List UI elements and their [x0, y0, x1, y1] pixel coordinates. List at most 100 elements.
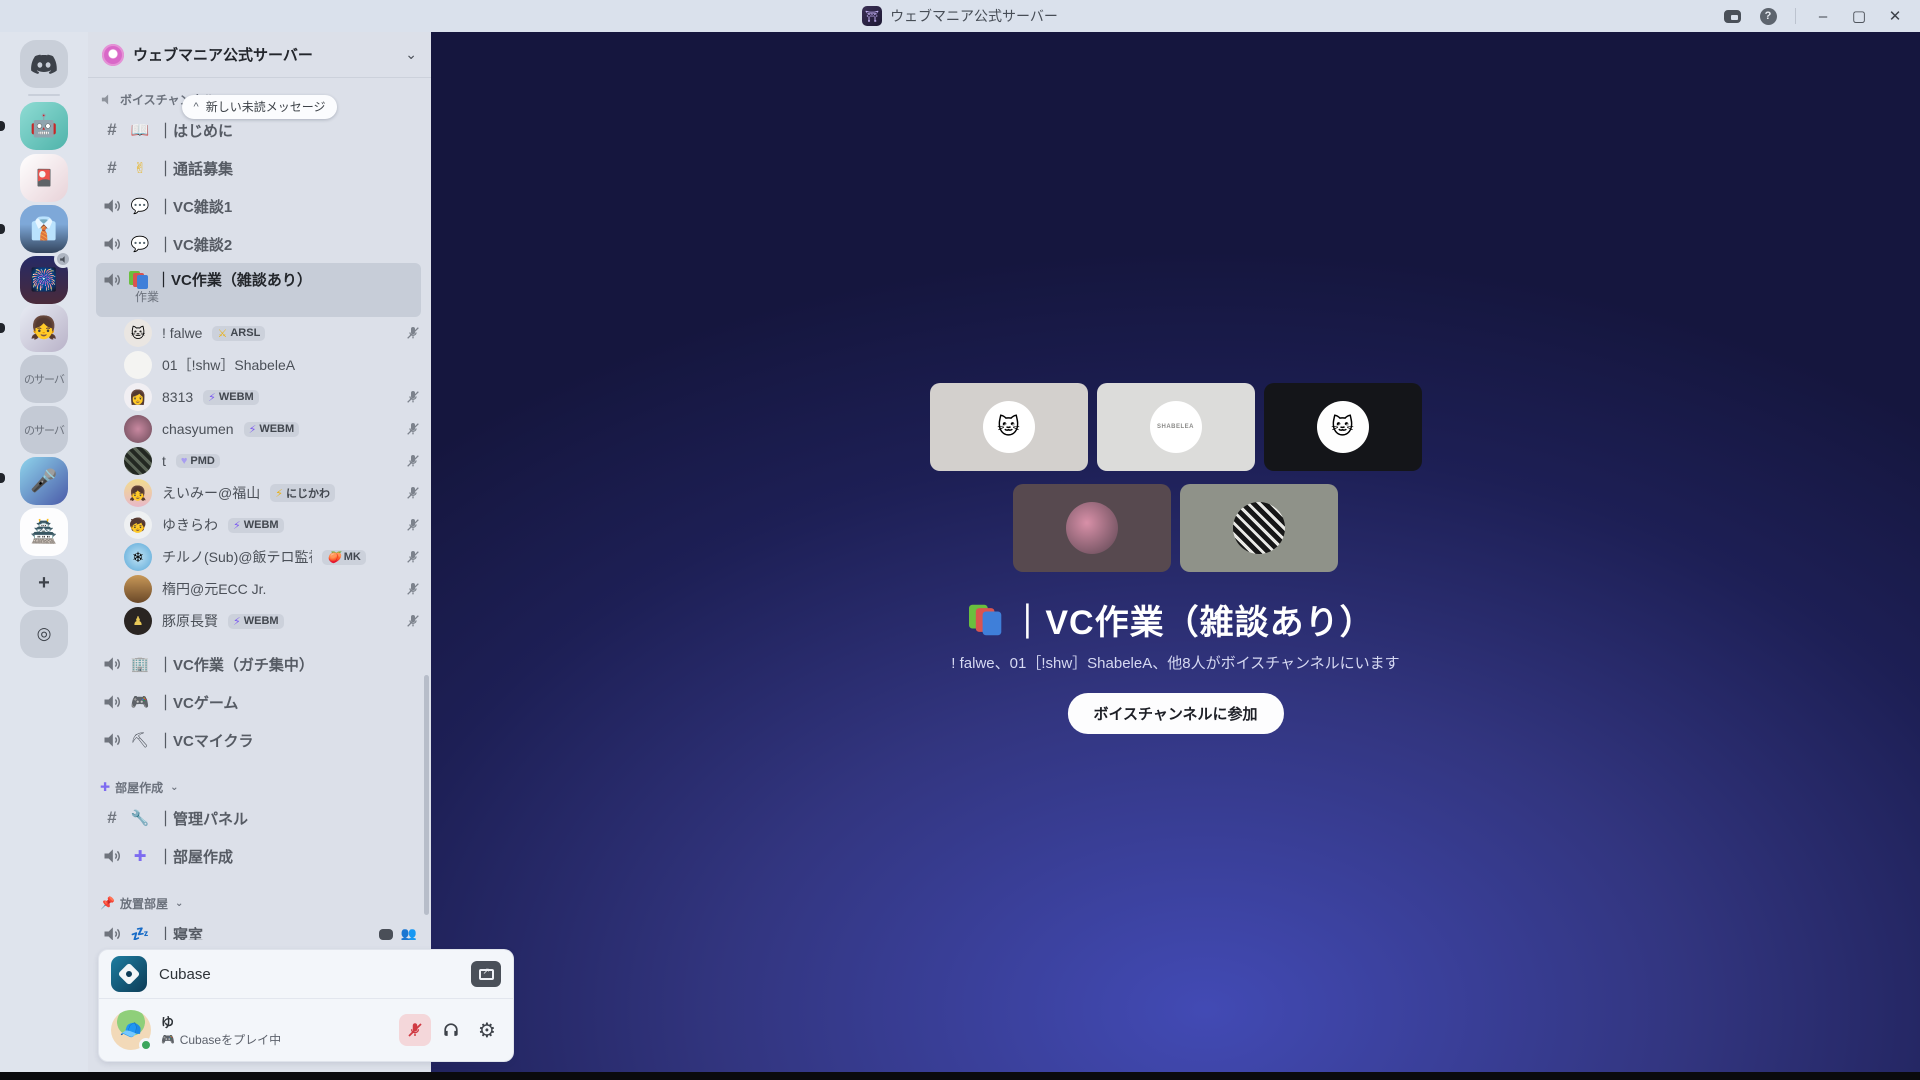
server-icon-collage[interactable]: 🎴: [20, 154, 68, 202]
participant-tile[interactable]: [1013, 484, 1171, 572]
avatar: ♟: [124, 607, 152, 635]
channel-bedroom[interactable]: 💤 ｜寝室 👥: [96, 915, 421, 940]
participant-tiles-row-1: 🐱 SHABELEA 🐱: [431, 383, 1920, 471]
unread-pill: [0, 323, 5, 333]
avatar: [124, 415, 152, 443]
channel-vc-sagyou-selected[interactable]: ｜VC作業（雑談あり） 作業: [96, 263, 421, 317]
chat-bubble-icon[interactable]: [378, 928, 393, 940]
unread-pill: [0, 473, 5, 483]
role-badge: ⚡ WEBM: [243, 421, 300, 437]
channel-list[interactable]: ^ 新しい未読メッセージ ボイスチャンネル # 📖 ｜はじめに # ✌ ｜通話募…: [88, 79, 431, 940]
maximize-button[interactable]: ▢: [1844, 3, 1874, 29]
avatar: 👩: [124, 383, 152, 411]
server-rail: 🤖 🎴 👔 🎆 👧 のサーバ のサーバ 🎤 🏯 + ◎: [0, 32, 88, 1072]
avatar: 🐱: [982, 401, 1035, 453]
participant-tile[interactable]: [1180, 484, 1338, 572]
discord-app: ⛩ ウェブマニア公式サーバー ? – ▢ ✕ 🤖 🎴 👔 🎆 👧 のサーバ のサ…: [0, 0, 1920, 1080]
bottom-black-strip: [0, 1072, 1920, 1080]
window-title: ウェブマニア公式サーバー: [890, 8, 1058, 24]
user-panel: Cubase 🧢 ゆ 🎮 Cubaseをプレイ中: [98, 949, 514, 1062]
channel-status: 作業: [135, 290, 160, 304]
voice-active-badge: [54, 250, 72, 268]
speaker-icon: [104, 733, 120, 747]
role-badge: ⚡ にじかわ: [270, 484, 335, 502]
voice-member[interactable]: chasyumen ⚡ WEBM: [124, 413, 421, 445]
channel-vc-zatsudan1[interactable]: 💬 ｜VC雑談1: [96, 187, 421, 225]
mic-muted-icon: [407, 423, 419, 435]
discord-home-button[interactable]: [20, 40, 68, 88]
channel-vc-minecraft[interactable]: ⛏ ｜VCマイクラ: [96, 721, 421, 759]
channel-admin-panel[interactable]: # 🔧 ｜管理パネル: [96, 799, 421, 837]
help-icon[interactable]: ?: [1753, 3, 1783, 29]
close-button[interactable]: ✕: [1880, 3, 1910, 29]
minimize-button[interactable]: –: [1808, 3, 1838, 29]
voice-channel-view: 🐱 SHABELEA 🐱 ｜VC作業（雑談あり） ! falwe、01［!shw…: [431, 32, 1920, 1072]
join-voice-button[interactable]: ボイスチャンネルに参加: [1067, 693, 1284, 734]
voice-member[interactable]: 👩 8313 ⚡ WEBM: [124, 381, 421, 413]
voice-member[interactable]: 🧒 ゆきらわ ⚡ WEBM: [124, 509, 421, 541]
avatar[interactable]: 🧢: [111, 1010, 153, 1052]
voice-member[interactable]: 楕円@元ECC Jr.: [124, 573, 421, 605]
hash-icon: #: [107, 120, 117, 139]
username: ゆ: [161, 1015, 175, 1030]
user-info[interactable]: ゆ 🎮 Cubaseをプレイ中: [161, 1012, 389, 1048]
participant-tile[interactable]: SHABELEA: [1096, 383, 1255, 471]
server-icon-text-2[interactable]: のサーバ: [20, 406, 68, 454]
add-server-button[interactable]: +: [20, 559, 68, 607]
participant-tile[interactable]: 🐱: [929, 383, 1088, 471]
role-badge: ⚡ WEBM: [203, 389, 259, 405]
channel-sidebar: ウェブマニア公式サーバー ⌄ ^ 新しい未読メッセージ ボイスチャンネル # 📖…: [88, 32, 514, 1072]
rail-divider: [28, 94, 60, 96]
new-unread-banner[interactable]: ^ 新しい未読メッセージ: [181, 95, 338, 119]
avatar: [124, 575, 152, 603]
mic-muted-icon: [407, 487, 419, 499]
cubase-logo-icon: [111, 956, 147, 992]
channel-tsuwa-boshu[interactable]: # ✌ ｜通話募集: [96, 149, 421, 187]
category-idle-rooms[interactable]: 📌 放置部屋 ⌄: [88, 891, 431, 915]
server-icon-robot[interactable]: 🤖: [20, 102, 68, 150]
voice-member[interactable]: ❄ チルノ(Sub)@飯テロ監視係 🍑MK: [124, 541, 421, 573]
channel-emoji: 💤: [130, 926, 150, 940]
server-icon-anime-girl[interactable]: 👧: [20, 304, 68, 352]
pip-icon[interactable]: [1717, 3, 1747, 29]
members-icon[interactable]: 👥: [401, 926, 417, 940]
speaker-icon: [101, 94, 109, 104]
titlebar-server-icon: ⛩: [862, 6, 883, 26]
voice-member[interactable]: 01［!shw］ShabeleA: [124, 349, 421, 381]
settings-button[interactable]: ⚙: [471, 1014, 503, 1046]
category-room-create[interactable]: ✚ 部屋作成 ⌄: [88, 775, 431, 799]
voice-member[interactable]: 🐱 ! falwe ⚔ ARSL: [124, 317, 421, 349]
channel-emoji: 🏢: [130, 656, 150, 673]
discover-button[interactable]: ◎: [20, 610, 68, 658]
avatar: [124, 351, 152, 379]
voice-member[interactable]: ♟ 豚原長賢 ⚡ WEBM: [124, 605, 421, 637]
channel-vc-zatsudan2[interactable]: 💬 ｜VC雑談2: [96, 225, 421, 263]
server-icon-text-1[interactable]: のサーバ: [20, 355, 68, 403]
server-icon-pixel-selected[interactable]: 🏯: [20, 508, 68, 556]
user-bar: 🧢 ゆ 🎮 Cubaseをプレイ中 ⚙: [99, 999, 513, 1061]
sidebar-scrollbar[interactable]: [424, 675, 429, 915]
unread-pill: [0, 224, 5, 234]
discord-logo-icon: [31, 54, 57, 74]
role-badge: ⚡ WEBM: [228, 517, 284, 533]
avatar: ❄: [124, 543, 152, 571]
voice-channel-title: ｜VC作業（雑談あり）: [1010, 604, 1375, 642]
headphones-icon: [444, 1023, 458, 1036]
avatar: 🧒: [124, 511, 152, 539]
caret-up-icon: ^: [193, 100, 199, 113]
channel-vc-sagyou-gachi[interactable]: 🏢 ｜VC作業（ガチ集中）: [96, 645, 421, 683]
channel-emoji: 📖: [130, 122, 150, 139]
channel-vc-game[interactable]: 🎮 ｜VCゲーム: [96, 683, 421, 721]
channel-room-create[interactable]: ✚ ｜部屋作成: [96, 837, 421, 875]
server-header[interactable]: ウェブマニア公式サーバー ⌄: [88, 32, 431, 78]
deafen-button[interactable]: [435, 1014, 467, 1046]
server-icon-suit[interactable]: 👔: [20, 205, 68, 253]
server-icon-miku[interactable]: 🎤: [20, 457, 68, 505]
stream-share-button[interactable]: [471, 961, 501, 987]
participant-tile[interactable]: 🐱: [1263, 383, 1422, 471]
channel-emoji: 🎮: [130, 694, 150, 711]
voice-member[interactable]: t ♥ PMD: [124, 445, 421, 477]
voice-member[interactable]: 👧 えいみー@福山 ⚡ にじかわ: [124, 477, 421, 509]
mic-mute-button[interactable]: [399, 1014, 431, 1046]
speaker-icon: [104, 199, 120, 213]
